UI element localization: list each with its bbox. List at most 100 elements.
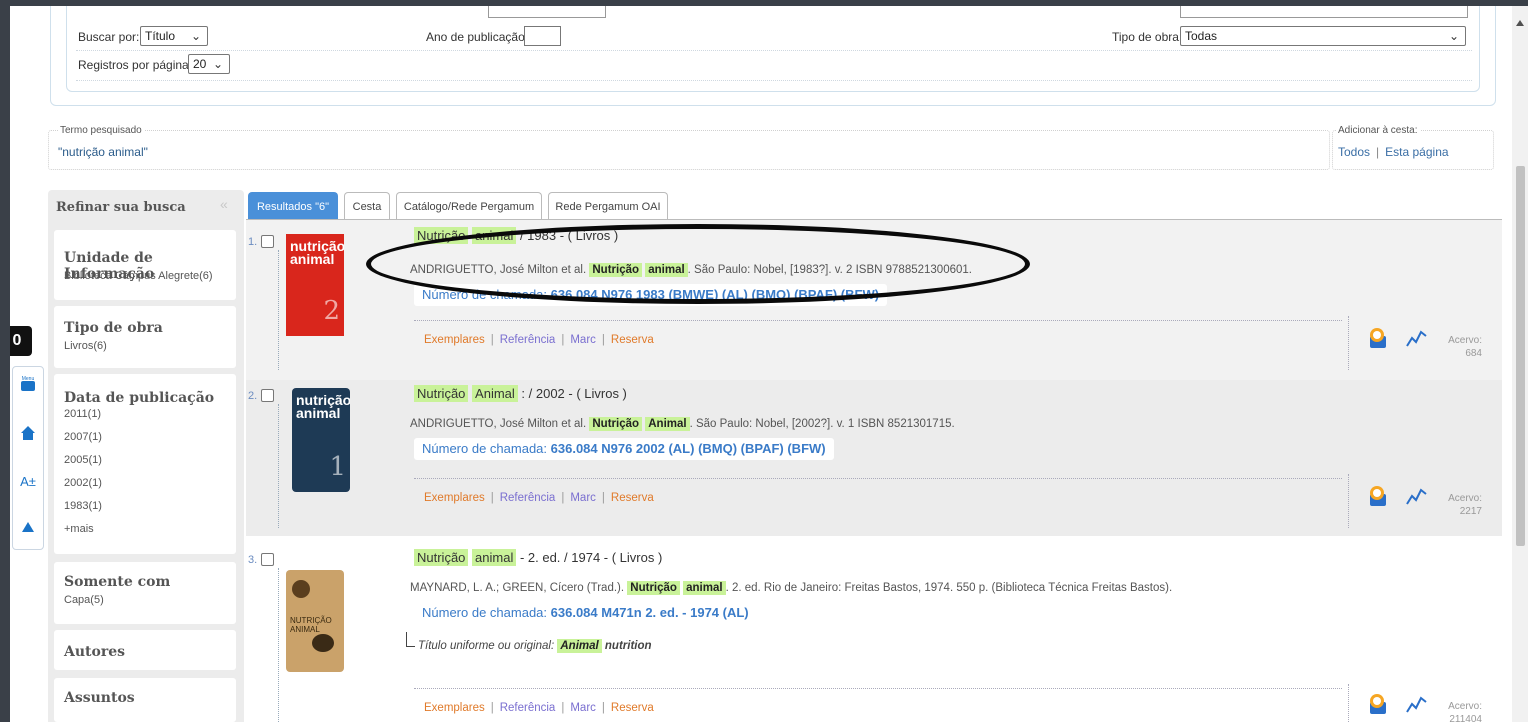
facet-item[interactable]: 2011(1) xyxy=(64,408,101,420)
row-divider xyxy=(278,568,279,722)
result-number: 3. xyxy=(248,554,258,566)
ref-highlight: Animal xyxy=(645,417,690,431)
cart-page-link[interactable]: Esta página xyxy=(1385,145,1448,159)
facet-item[interactable]: Biblioteca Câmpus Alegrete(6) xyxy=(64,270,213,282)
acervo-count: Acervo: 684 xyxy=(1442,334,1482,360)
stats-chart-icon[interactable] xyxy=(1406,694,1428,714)
scroll-thumb[interactable] xyxy=(1516,166,1525,546)
action-separator: | xyxy=(561,492,565,504)
registros-value: 20 xyxy=(193,57,207,71)
search-term-box xyxy=(48,130,1330,170)
exemplares-link[interactable]: Exemplares xyxy=(424,702,485,714)
tab-resultados[interactable]: Resultados "6" xyxy=(248,192,338,220)
annotation-ellipse xyxy=(366,224,1030,304)
cover-illustration xyxy=(312,634,334,652)
book-cover-image[interactable]: nutrição animal 2 xyxy=(286,234,344,336)
ano-input[interactable] xyxy=(524,26,561,46)
partial-input-top-right[interactable] xyxy=(1180,6,1468,18)
tab-rede-oai[interactable]: Rede Pergamum OAI xyxy=(548,192,668,220)
marc-link[interactable]: Marc xyxy=(570,492,596,504)
home-icon[interactable] xyxy=(17,425,39,447)
menu-icon[interactable]: Menu xyxy=(17,375,39,397)
row-divider xyxy=(278,404,279,528)
partial-input-top[interactable] xyxy=(488,6,606,18)
book-cover-image[interactable]: NUTRIÇÃO ANIMAL xyxy=(286,570,344,672)
acervo-count: Acervo: 2217 xyxy=(1442,492,1482,518)
result-reference: ANDRIGUETTO, José Milton et al. Nutrição… xyxy=(410,417,955,431)
exemplares-link[interactable]: Exemplares xyxy=(424,492,485,504)
result-checkbox[interactable] xyxy=(261,389,274,402)
tipo-obra-select[interactable]: Todas ⌄ xyxy=(1180,26,1466,46)
registros-select[interactable]: 20 ⌄ xyxy=(188,54,230,74)
reserva-link[interactable]: Reserva xyxy=(611,334,654,346)
go-top-icon[interactable] xyxy=(17,517,39,539)
action-separator: | xyxy=(561,334,565,346)
title-rest: - 2. ed. / 1974 - ( Livros ) xyxy=(516,550,663,565)
scroll-up-arrow-icon[interactable] xyxy=(1516,20,1524,26)
facet-title[interactable]: Autores xyxy=(64,644,125,660)
reserva-link[interactable]: Reserva xyxy=(611,492,654,504)
facet-item[interactable]: 1983(1) xyxy=(64,500,102,512)
vertical-scrollbar[interactable] xyxy=(1512,6,1528,722)
ref-highlight: animal xyxy=(683,581,726,595)
facet-item[interactable]: Capa(5) xyxy=(64,594,104,606)
cover-volume: 1 xyxy=(329,452,346,482)
action-separator: | xyxy=(490,334,494,346)
result-row: 3. NUTRIÇÃO ANIMAL Nutrição animal - 2. … xyxy=(246,536,1502,722)
facet-item[interactable]: Livros(6) xyxy=(64,340,107,352)
font-size-icon[interactable]: A± xyxy=(17,471,39,493)
action-separator: | xyxy=(601,702,605,714)
row-separator xyxy=(414,478,1342,479)
chevron-down-icon: ⌄ xyxy=(1448,29,1459,43)
facet-item[interactable]: 2002(1) xyxy=(64,477,102,489)
facet-title[interactable]: Somente com xyxy=(64,574,170,590)
marc-link[interactable]: Marc xyxy=(570,702,596,714)
reserva-link[interactable]: Reserva xyxy=(611,702,654,714)
collapse-panel-icon[interactable]: « xyxy=(220,196,228,212)
action-separator: | xyxy=(490,702,494,714)
call-number-value: 636.084 N976 2002 (AL) (BMQ) (BPAF) (BFW… xyxy=(550,441,826,456)
result-checkbox[interactable] xyxy=(261,235,274,248)
facet-item[interactable]: 2007(1) xyxy=(64,431,102,443)
action-separator: | xyxy=(561,702,565,714)
facet-item[interactable]: 2005(1) xyxy=(64,454,102,466)
tab-catalogo[interactable]: Catálogo/Rede Pergamum xyxy=(396,192,542,220)
cover-illustration xyxy=(292,580,310,598)
stats-chart-icon[interactable] xyxy=(1406,486,1428,506)
referencia-link[interactable]: Referência xyxy=(500,702,556,714)
result-checkbox[interactable] xyxy=(261,553,274,566)
facet-more-link[interactable]: +mais xyxy=(64,523,94,535)
magnifier-icon[interactable] xyxy=(1366,326,1390,350)
contrast-toggle-button[interactable]: 0 xyxy=(10,326,32,356)
result-title[interactable]: Nutrição Animal : / 2002 - ( Livros ) xyxy=(414,385,627,402)
cart-all-link[interactable]: Todos xyxy=(1338,145,1370,159)
exemplares-link[interactable]: Exemplares xyxy=(424,334,485,346)
book-cover-image[interactable]: nutrição animal 1 xyxy=(292,388,350,492)
buscar-por-select[interactable]: Título ⌄ xyxy=(140,26,208,46)
cover-title: NUTRIÇÃO ANIMAL xyxy=(290,616,332,634)
chevron-down-icon: ⌄ xyxy=(212,57,223,71)
row-separator xyxy=(414,320,1342,321)
action-separator: | xyxy=(601,334,605,346)
magnifier-icon[interactable] xyxy=(1366,484,1390,508)
acervo-value: 211404 xyxy=(1449,714,1482,722)
title-highlight: Animal xyxy=(472,385,518,402)
result-title[interactable]: Nutrição animal - 2. ed. / 1974 - ( Livr… xyxy=(414,549,663,566)
form-divider xyxy=(76,80,1472,81)
acervo-label: Acervo: xyxy=(1448,493,1482,504)
facet-unidade: Unidade de Informação Biblioteca Câmpus … xyxy=(54,230,236,300)
facet-title[interactable]: Assuntos xyxy=(64,690,135,706)
magnifier-icon[interactable] xyxy=(1366,692,1390,716)
stats-chart-icon[interactable] xyxy=(1406,328,1428,348)
uniform-title-rest: nutrition xyxy=(604,640,652,652)
uniform-title-label: Título uniforme ou original: xyxy=(418,640,555,652)
facet-title[interactable]: Data de publicação xyxy=(64,390,214,406)
facet-data-publicacao: Data de publicação 2011(1) 2007(1) 2005(… xyxy=(54,374,236,554)
referencia-link[interactable]: Referência xyxy=(500,492,556,504)
facet-title[interactable]: Tipo de obra xyxy=(64,320,163,336)
action-separator: | xyxy=(601,492,605,504)
tab-cesta[interactable]: Cesta xyxy=(344,192,390,220)
ano-label: Ano de publicação: xyxy=(426,30,529,44)
marc-link[interactable]: Marc xyxy=(570,334,596,346)
referencia-link[interactable]: Referência xyxy=(500,334,556,346)
